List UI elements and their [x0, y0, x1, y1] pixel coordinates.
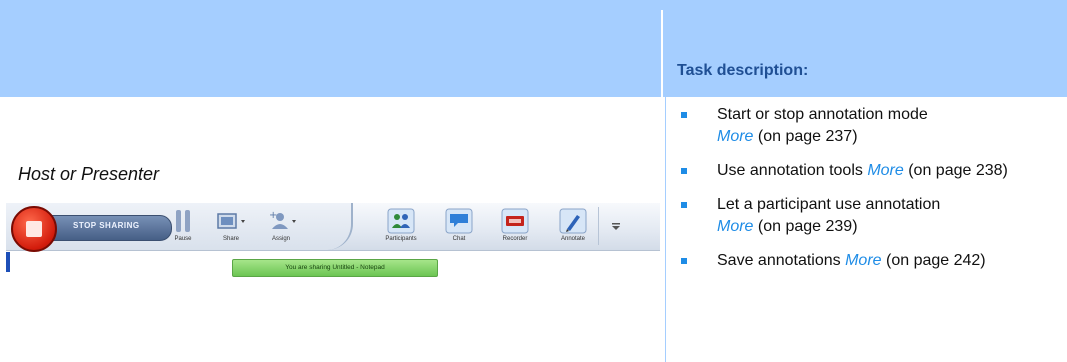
list-item: Start or stop annotation mode More (on p…: [681, 104, 1061, 148]
share-icon: [217, 213, 245, 229]
bullet-icon: [681, 258, 687, 264]
participants-icon: [387, 208, 415, 234]
bullet-icon: [681, 112, 687, 118]
task-description-heading: Task description:: [677, 62, 809, 79]
page-ref: (on page 237): [753, 128, 858, 145]
toolbar-menu-icon[interactable]: [610, 221, 622, 233]
task-text: Start or stop annotation mode: [717, 106, 928, 123]
toolbar-main-section: STOP SHARING Pause Share + Assign: [6, 203, 353, 252]
bullet-icon: [681, 202, 687, 208]
stop-icon: [26, 221, 42, 237]
page-ref: (on page 239): [753, 218, 858, 235]
bullet-icon: [681, 168, 687, 174]
column-rule: [665, 97, 666, 362]
participants-label: Participants: [385, 236, 417, 242]
stop-sharing-label: STOP SHARING: [73, 221, 140, 230]
page-ref: (on page 242): [881, 252, 986, 269]
chat-icon: [445, 208, 473, 234]
chat-label: Chat: [452, 236, 466, 242]
toolbar-separator: [598, 207, 599, 245]
more-link[interactable]: More: [717, 218, 753, 235]
annotate-label: Annotate: [560, 236, 586, 242]
task-list: Start or stop annotation mode More (on p…: [681, 104, 1061, 272]
more-link[interactable]: More: [717, 128, 753, 145]
task-text: Use annotation tools: [717, 162, 868, 179]
column-divider: [661, 10, 663, 97]
recorder-icon: [501, 208, 529, 234]
pause-icon: [176, 210, 190, 232]
window-edge: [6, 252, 10, 272]
annotate-button[interactable]: Annotate: [548, 205, 598, 249]
recorder-button[interactable]: Recorder: [490, 205, 540, 249]
share-button[interactable]: Share: [206, 205, 256, 249]
task-text: Save annotations: [717, 252, 846, 269]
assign-label: Assign: [271, 236, 290, 242]
share-label: Share: [222, 236, 239, 242]
assign-icon: +: [269, 210, 296, 229]
recorder-label: Recorder: [502, 236, 528, 242]
participants-button[interactable]: Participants: [376, 205, 426, 249]
list-item: Use annotation tools More (on page 238): [681, 160, 1061, 182]
chat-button[interactable]: Chat: [434, 205, 484, 249]
sharing-toolbar: STOP SHARING Pause Share + Assign Partic…: [6, 203, 660, 252]
pause-label: Pause: [174, 236, 192, 242]
svg-text:+: +: [269, 210, 277, 221]
role-label: Host or Presenter: [18, 164, 160, 184]
more-link[interactable]: More: [845, 252, 881, 269]
list-item: Let a participant use annotation More (o…: [681, 194, 1061, 238]
sharing-status-tip: You are sharing Untitled - Notepad: [232, 259, 438, 277]
pause-button[interactable]: Pause: [158, 205, 208, 249]
annotate-icon: [559, 208, 587, 234]
list-item: Save annotations More (on page 242): [681, 250, 1061, 272]
more-link[interactable]: More: [867, 162, 903, 179]
page-ref: (on page 238): [903, 162, 1008, 179]
assign-button[interactable]: + Assign: [256, 205, 306, 249]
task-text: Let a participant use annotation: [717, 196, 941, 213]
header-band: [0, 0, 1067, 97]
stop-sharing-button[interactable]: [11, 206, 57, 252]
